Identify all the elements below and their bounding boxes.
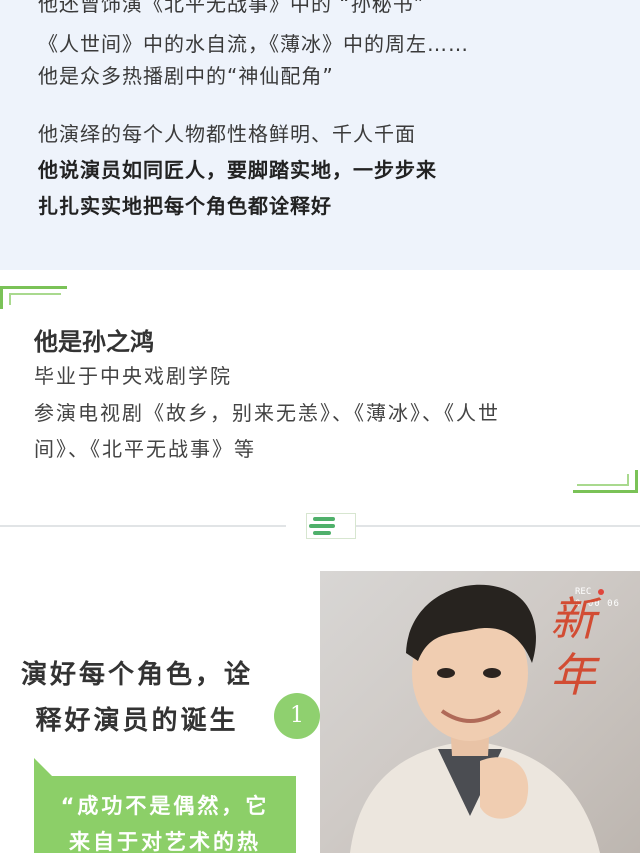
corner-decoration-bottom-right — [573, 470, 638, 493]
calligraphy-text: 新年 — [550, 592, 596, 702]
intro-section: 他还曾饰演《北平无战事》中的 “孙秘书” 《人世间》中的水自流，《薄冰》中的周左… — [0, 0, 640, 270]
quote-box: “成功不是偶然，它 来自于对艺术的热 — [34, 758, 296, 854]
corner-decoration-top-left — [0, 286, 67, 309]
section-headline: 演好每个角色，诠释好演员的诞生 — [20, 660, 253, 736]
menu-lines-icon — [306, 513, 356, 539]
quote-line-2: 来自于对艺术的热 — [69, 830, 261, 854]
divider-rule-right — [356, 525, 640, 527]
profile-works-line-2: 间》、《北平无战事》等 — [34, 437, 256, 461]
profile-works-line-1: 参演电视剧《故乡，别来无恙》、《薄冰》、《人世 — [34, 401, 500, 425]
intro-line-5: 他说演员如同匠人，要脚踏实地，一步步来 — [38, 158, 437, 182]
actor-portrait-photo: REC 0 00 06 新年 — [320, 571, 640, 853]
section-divider — [0, 513, 640, 539]
profile-name: 他是孙之鸿 — [34, 328, 154, 356]
intro-line-3: 他是众多热播剧中的“神仙配角” — [38, 64, 334, 88]
intro-line-1: 他还曾饰演《北平无战事》中的 “孙秘书” — [38, 0, 426, 16]
recording-dot-icon — [598, 589, 604, 595]
profile-education: 毕业于中央戏剧学院 — [34, 364, 232, 388]
profile-card: 他是孙之鸿 毕业于中央戏剧学院 参演电视剧《故乡，别来无恙》、《薄冰》、《人世 … — [0, 270, 640, 500]
divider-rule-left — [0, 525, 286, 527]
intro-line-2: 《人世间》中的水自流，《薄冰》中的周左…… — [38, 32, 469, 56]
intro-line-4: 他演绎的每个人物都性格鲜明、千人千面 — [38, 122, 416, 146]
intro-line-6: 扎扎实实地把每个角色都诠释好 — [38, 194, 332, 218]
section-number-badge: 1 — [274, 693, 320, 739]
quote-line-1: “成功不是偶然，它 — [60, 794, 270, 818]
